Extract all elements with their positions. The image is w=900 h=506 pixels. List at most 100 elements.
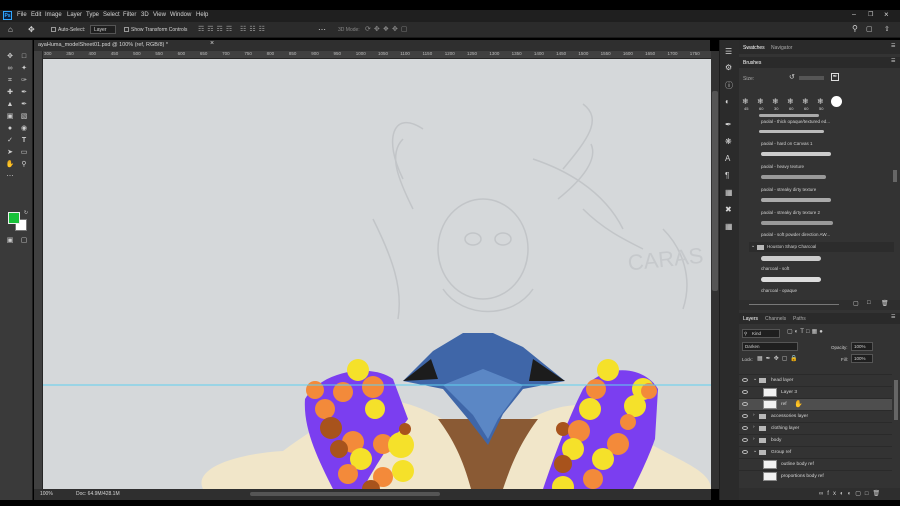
brush-item[interactable]: paolal - thick opaque/textured ed... (761, 119, 830, 124)
gradient-tool-icon[interactable]: ▧ (19, 112, 29, 121)
lock-icons[interactable]: ▦✒✥▢🔒 (757, 355, 801, 362)
brush-tip[interactable]: ❄ (742, 97, 749, 106)
brush-tip[interactable]: ❄ (787, 97, 794, 106)
eye-icon[interactable] (742, 390, 748, 394)
libraries-icon[interactable]: ▦ (725, 222, 733, 231)
crop-tool-icon[interactable]: ⌗ (5, 76, 15, 85)
menu-file[interactable]: File (17, 12, 27, 18)
move-tool-icon[interactable]: ✥ (5, 52, 15, 61)
new-brush-footer-icon[interactable]: □ (867, 300, 871, 306)
path-select-icon[interactable]: ➤ (5, 148, 15, 157)
menu-view[interactable]: View (153, 12, 166, 18)
brush-item[interactable]: charcoal - soft (761, 266, 789, 271)
hand-tool-icon[interactable]: ✋ (5, 160, 15, 169)
home-icon[interactable]: ⌂ (8, 25, 13, 34)
chevron-down-icon[interactable]: ⌄ (753, 449, 757, 454)
tools-preset-icon[interactable]: ✖ (725, 205, 732, 214)
properties-icon[interactable]: ⚙ (725, 63, 732, 72)
layers-menu-icon[interactable]: ☰ (891, 314, 895, 320)
blur-tool-icon[interactable]: ● (5, 124, 15, 133)
chevron-down-icon[interactable]: ⌄ (753, 377, 757, 382)
chevron-down-icon[interactable]: ⌄ (751, 243, 755, 249)
new-brush-icon[interactable]: ✒ (831, 73, 839, 81)
new-group-icon[interactable]: ▢ (853, 300, 859, 307)
scroll-thumb[interactable] (712, 91, 718, 291)
brush-tip-round[interactable] (831, 96, 842, 107)
brush-tip[interactable]: ❄ (757, 97, 764, 106)
menu-3d[interactable]: 3D (141, 12, 149, 18)
swap-colors-icon[interactable]: ↻ (21, 209, 31, 218)
close-icon[interactable]: × (884, 10, 889, 19)
brush-tool-icon[interactable]: ✒ (19, 88, 29, 97)
lasso-tool-icon[interactable]: ∞ (5, 64, 15, 73)
fill-input[interactable]: 100% (851, 354, 873, 363)
tab-swatches[interactable]: Swatches (743, 45, 765, 51)
size-slider[interactable] (799, 76, 824, 80)
brush-size-preview-slider[interactable] (749, 304, 839, 305)
filter-icons[interactable]: ▢◐T□▦● (787, 328, 825, 335)
tab-paths[interactable]: Paths (793, 316, 806, 322)
dodge-tool-icon[interactable]: ◉ (19, 124, 29, 133)
type-tool-icon[interactable]: T (19, 136, 29, 145)
brush-item[interactable]: charcoal - opaque (761, 288, 797, 293)
layers-scrollbar[interactable] (894, 380, 898, 420)
healing-brush-icon[interactable]: ✚ (5, 88, 15, 97)
tab-brushes[interactable]: Brushes (743, 60, 761, 66)
menu-select[interactable]: Select (103, 12, 120, 18)
eye-icon[interactable] (742, 414, 748, 418)
chevron-right-icon[interactable]: › (753, 437, 755, 442)
minimize-icon[interactable]: – (852, 11, 856, 18)
zoom-level[interactable]: 100% (40, 491, 53, 497)
marquee-tool-icon[interactable]: □ (19, 52, 29, 61)
restore-icon[interactable]: ❐ (868, 11, 873, 18)
shape-tool-icon[interactable]: ▭ (19, 148, 29, 157)
document-tab[interactable]: ayaHuma_modelSheet01.psd @ 100% (ref, RG… (34, 40, 710, 51)
screen-mode-icon[interactable]: ▢ (19, 236, 29, 245)
chevron-right-icon[interactable]: › (753, 425, 755, 430)
eye-icon[interactable] (742, 378, 748, 382)
share-icon[interactable]: ⇧ (884, 25, 890, 33)
more-options-icon[interactable]: ⋯ (318, 25, 326, 34)
zoom-tool-icon[interactable]: ⚲ (19, 160, 29, 169)
glyphs-icon[interactable]: ▦ (725, 188, 733, 197)
brush-item[interactable]: paolal - streaky dirty texture 2 (761, 210, 820, 215)
stamp-tool-icon[interactable]: ▲ (5, 100, 15, 109)
info-icon[interactable]: ⓘ (725, 80, 733, 91)
auto-select-checkbox[interactable] (51, 27, 56, 32)
menu-help[interactable]: Help (196, 12, 208, 18)
brush-settings-icon[interactable]: ✒ (725, 120, 732, 129)
blend-mode-dropdown[interactable]: Darken (742, 342, 798, 351)
eye-icon[interactable] (742, 426, 748, 430)
brush-tip[interactable]: ❄ (772, 97, 779, 106)
opacity-input[interactable]: 100% (851, 342, 873, 351)
clone-source-icon[interactable]: ❋ (725, 137, 732, 146)
paragraph-icon[interactable]: ¶ (725, 171, 729, 180)
history-brush-icon[interactable]: ✒ (19, 100, 29, 109)
brush-item[interactable]: paolal - heavy texture (761, 164, 804, 169)
canvas-area[interactable]: CARAS (43, 59, 711, 489)
brush-item[interactable]: paolal - hard on Canvas 1 (761, 141, 813, 146)
character-icon[interactable]: A (725, 154, 730, 163)
eyedropper-icon[interactable]: ✑ (19, 76, 29, 85)
size-reset-icon[interactable]: ↺ (789, 73, 795, 81)
search-icon[interactable]: ⚲ (852, 24, 858, 33)
brush-item[interactable]: paolal - soft powder direction AW... (761, 232, 830, 237)
menu-image[interactable]: Image (45, 12, 62, 18)
quick-mask-icon[interactable]: ▣ (5, 236, 15, 245)
menu-edit[interactable]: Edit (31, 12, 41, 18)
brush-group-row[interactable]: ⌄ Houston Sharp Charcoal (749, 242, 894, 252)
menu-window[interactable]: Window (170, 12, 191, 18)
eye-icon[interactable] (742, 402, 748, 406)
menu-type[interactable]: Type (86, 12, 99, 18)
foreground-color-swatch[interactable] (8, 212, 20, 224)
auto-select-dropdown[interactable]: Layer (90, 25, 116, 34)
horizontal-scrollbar[interactable] (250, 492, 440, 496)
kind-filter[interactable]: ⚲ Kind (742, 329, 780, 338)
edit-toolbar-icon[interactable]: ⋯ (5, 172, 15, 181)
pen-tool-icon[interactable]: ✓ (5, 136, 15, 145)
eye-icon[interactable] (742, 438, 748, 442)
close-tab-icon[interactable]: × (210, 40, 214, 47)
adjustments-icon[interactable]: ◐ (725, 97, 730, 106)
brush-item[interactable]: paolal - streaky dirty texture (761, 187, 816, 192)
tab-layers[interactable]: Layers (743, 316, 758, 322)
